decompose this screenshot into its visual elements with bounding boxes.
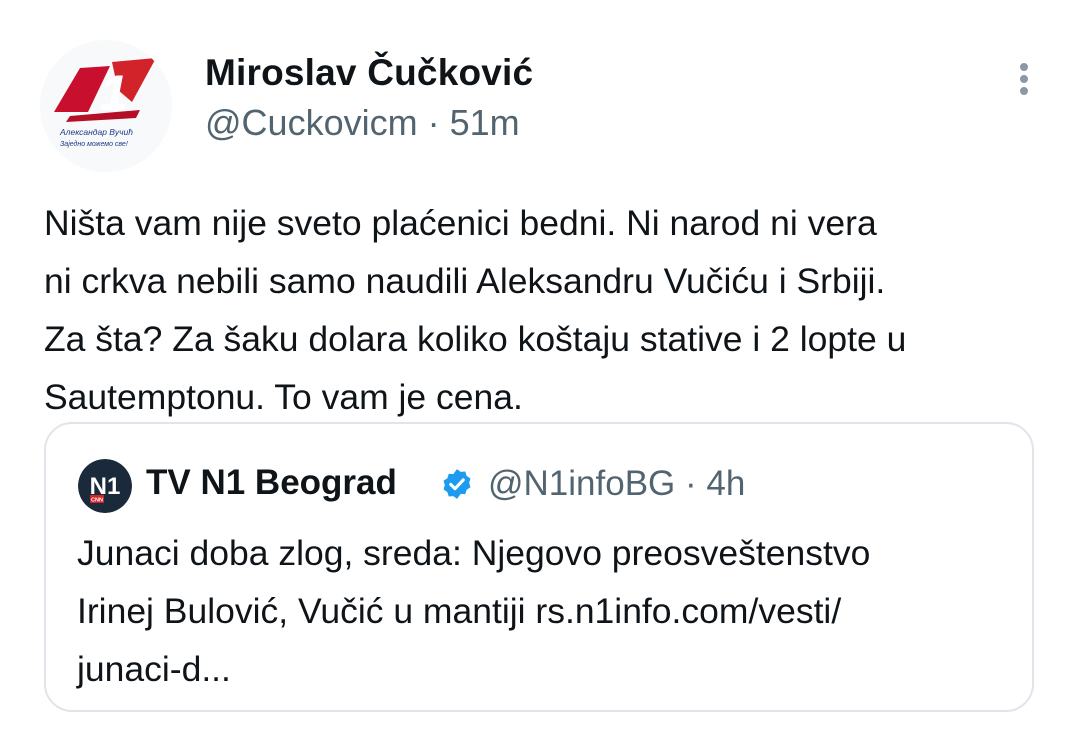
author-name[interactable]: Miroslav Čučković: [205, 50, 533, 96]
quoted-author-avatar[interactable]: N1 CNN: [78, 459, 132, 513]
avatar-text-line2: Заједно можемо све!: [60, 140, 128, 148]
more-vertical-icon[interactable]: [1009, 58, 1039, 98]
verified-badge-icon: [440, 467, 474, 501]
tweet-text-line: Sautemptonu. To vam je cena.: [44, 377, 523, 417]
avatar-text-line1: Александар Вучић: [59, 127, 133, 137]
tweet-text-line: Za šta? Za šaku dolara koliko koštaju st…: [44, 319, 907, 359]
author-avatar[interactable]: 1 Александар Вучић Заједно можемо све!: [40, 40, 172, 172]
quoted-text-line: Irinej Bulović, Vučić u mantiji rs.n1inf…: [77, 591, 842, 631]
tweet-text-line: Ništa vam nije sveto plaćenici bedni. Ni…: [44, 203, 877, 243]
quoted-meta-separator: ·: [685, 464, 697, 503]
meta-separator: ·: [427, 102, 440, 143]
avatar-logo-number: 1: [100, 65, 128, 121]
quoted-avatar-small-text: CNN: [91, 498, 103, 504]
tweet-text-line: ni crkva nebili samo naudili Aleksandru …: [44, 261, 886, 301]
quoted-text-line: junaci-d...: [77, 649, 231, 689]
quoted-author-handle[interactable]: @N1infoBG: [488, 464, 675, 503]
quoted-author-name[interactable]: TV N1 Beograd: [146, 460, 397, 506]
author-meta: @Cuckovicm · 51m: [205, 100, 520, 146]
quoted-text-line: Junaci doba zlog, sreda: Njegovo preosve…: [77, 533, 871, 573]
tweet-text: Ništa vam nije sveto plaćenici bedni. Ni…: [44, 194, 1044, 426]
tweet-time[interactable]: 51m: [450, 102, 520, 143]
quoted-author-meta: @N1infoBG · 4h: [488, 461, 745, 507]
quoted-tweet-time[interactable]: 4h: [706, 464, 745, 503]
author-handle[interactable]: @Cuckovicm: [205, 102, 418, 143]
quoted-tweet-text: Junaci doba zlog, sreda: Njegovo preosve…: [77, 524, 1027, 698]
quoted-tweet[interactable]: N1 CNN TV N1 Beograd @N1infoBG · 4h Juna…: [44, 422, 1034, 712]
